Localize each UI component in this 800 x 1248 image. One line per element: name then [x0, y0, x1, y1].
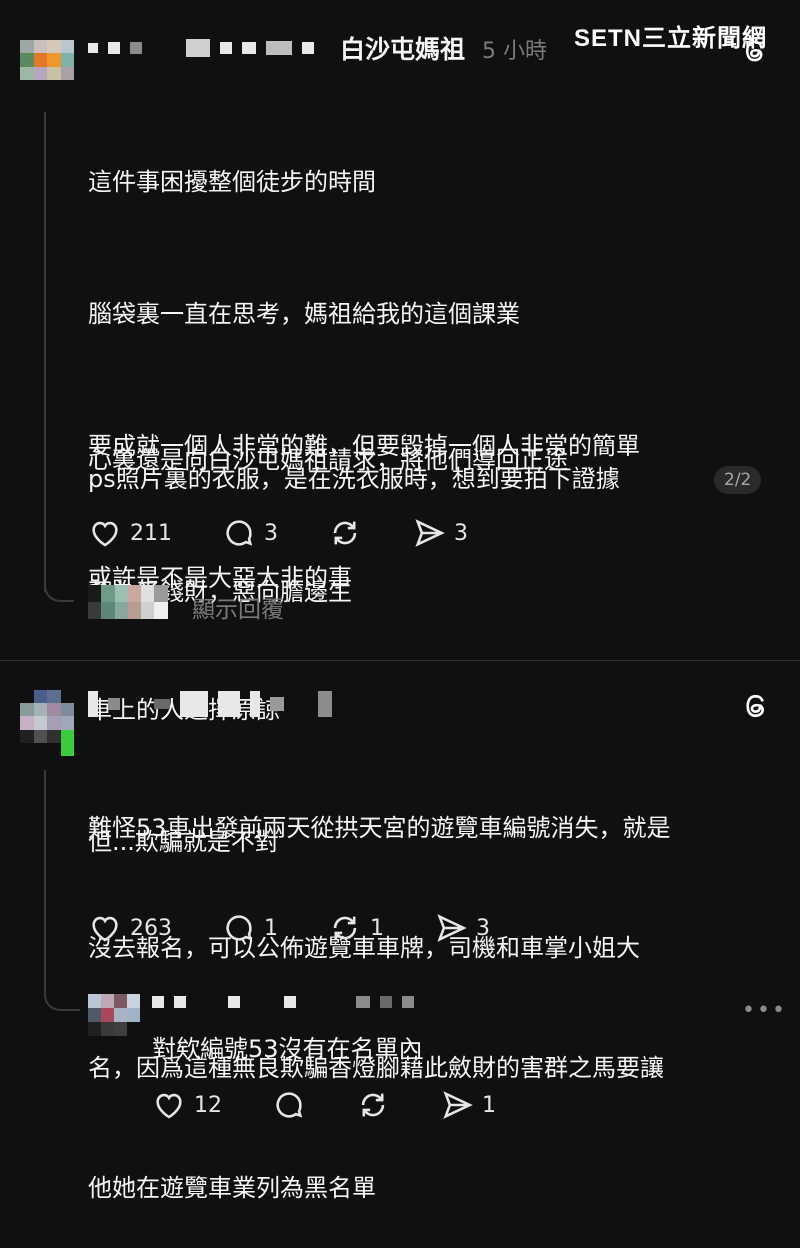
heart-icon	[92, 521, 118, 547]
post-actions: 263 1 1 3	[88, 911, 490, 945]
repost-icon	[361, 1093, 385, 1117]
comment-button[interactable]	[272, 1088, 306, 1122]
share-count: 1	[482, 1092, 496, 1118]
more-options-icon[interactable]: •••	[742, 998, 787, 1023]
post-divider	[0, 660, 800, 661]
reply-body: 對欸編號53沒有在名單內	[152, 1035, 423, 1063]
post-line: 他她在遊覽車業列為黑名單	[88, 1174, 376, 1202]
show-replies-link[interactable]: 顯示回覆	[192, 590, 284, 624]
share-button[interactable]: 3	[434, 911, 490, 945]
send-icon	[437, 914, 467, 942]
avatar[interactable]	[20, 40, 74, 80]
comment-icon	[226, 520, 253, 546]
post-body: 難怪53車出發前兩天從拱天宮的遊覽車編號消失，就是 沒去報名，可以公佈遊覽車車牌…	[88, 728, 671, 1248]
repost-button[interactable]: 1	[328, 911, 384, 945]
heart-icon	[156, 1093, 182, 1119]
avatar[interactable]	[88, 994, 140, 1036]
repost-button[interactable]	[328, 516, 362, 550]
thread-connector	[44, 570, 74, 602]
like-count: 12	[194, 1092, 222, 1118]
username-obscured[interactable]: ·	[88, 38, 351, 58]
share-count: 3	[476, 915, 490, 941]
post-line: 這件事困擾整個徒步的時間	[88, 168, 376, 196]
post-actions: 211 3 3	[88, 516, 468, 550]
comment-count: 1	[264, 915, 278, 941]
comment-button[interactable]: 1	[222, 911, 278, 945]
avatar[interactable]	[20, 690, 74, 756]
threads-icon[interactable]	[740, 36, 770, 70]
heart-icon	[92, 916, 118, 942]
post-line: 腦袋裏一直在思考，媽祖給我的這個課業	[88, 300, 520, 328]
send-icon	[443, 1091, 473, 1119]
repost-icon	[333, 521, 357, 545]
setn-watermark: SETN三立新聞網	[574, 25, 768, 52]
threads-icon[interactable]	[740, 690, 772, 726]
like-button[interactable]: 211	[88, 516, 172, 550]
thread-line	[44, 112, 46, 592]
comment-icon	[276, 1092, 303, 1118]
tagged-handle[interactable]: 白沙屯媽祖	[340, 30, 465, 66]
image-page-badge: 2/2	[714, 466, 762, 494]
comment-button[interactable]: 3	[222, 516, 278, 550]
like-count: 211	[130, 520, 172, 546]
comment-icon	[226, 915, 253, 941]
post-ps-line: ps照片裏的衣服，是在洗衣服時，想到要拍下證據	[88, 465, 620, 493]
post-time: 5 小時	[482, 39, 547, 64]
username-obscured[interactable]	[88, 690, 332, 718]
share-count: 3	[454, 520, 468, 546]
repost-count: 1	[370, 915, 384, 941]
reply-avatars[interactable]	[88, 585, 168, 619]
like-count: 263	[130, 915, 172, 941]
repost-button[interactable]	[356, 1088, 390, 1122]
thread-connector	[44, 975, 80, 1011]
repost-icon	[333, 916, 357, 940]
comment-count: 3	[264, 520, 278, 546]
like-button[interactable]: 12	[152, 1088, 222, 1122]
like-button[interactable]: 263	[88, 911, 172, 945]
post-line: 難怪53車出發前兩天從拱天宮的遊覽車編號消失，就是	[88, 814, 671, 842]
share-button[interactable]: 3	[412, 516, 468, 550]
thread-line	[44, 770, 46, 982]
share-button[interactable]: 1	[440, 1088, 496, 1122]
reply-actions: 12 1	[152, 1088, 496, 1122]
username-obscured[interactable]	[152, 994, 414, 1010]
send-icon	[415, 519, 445, 547]
